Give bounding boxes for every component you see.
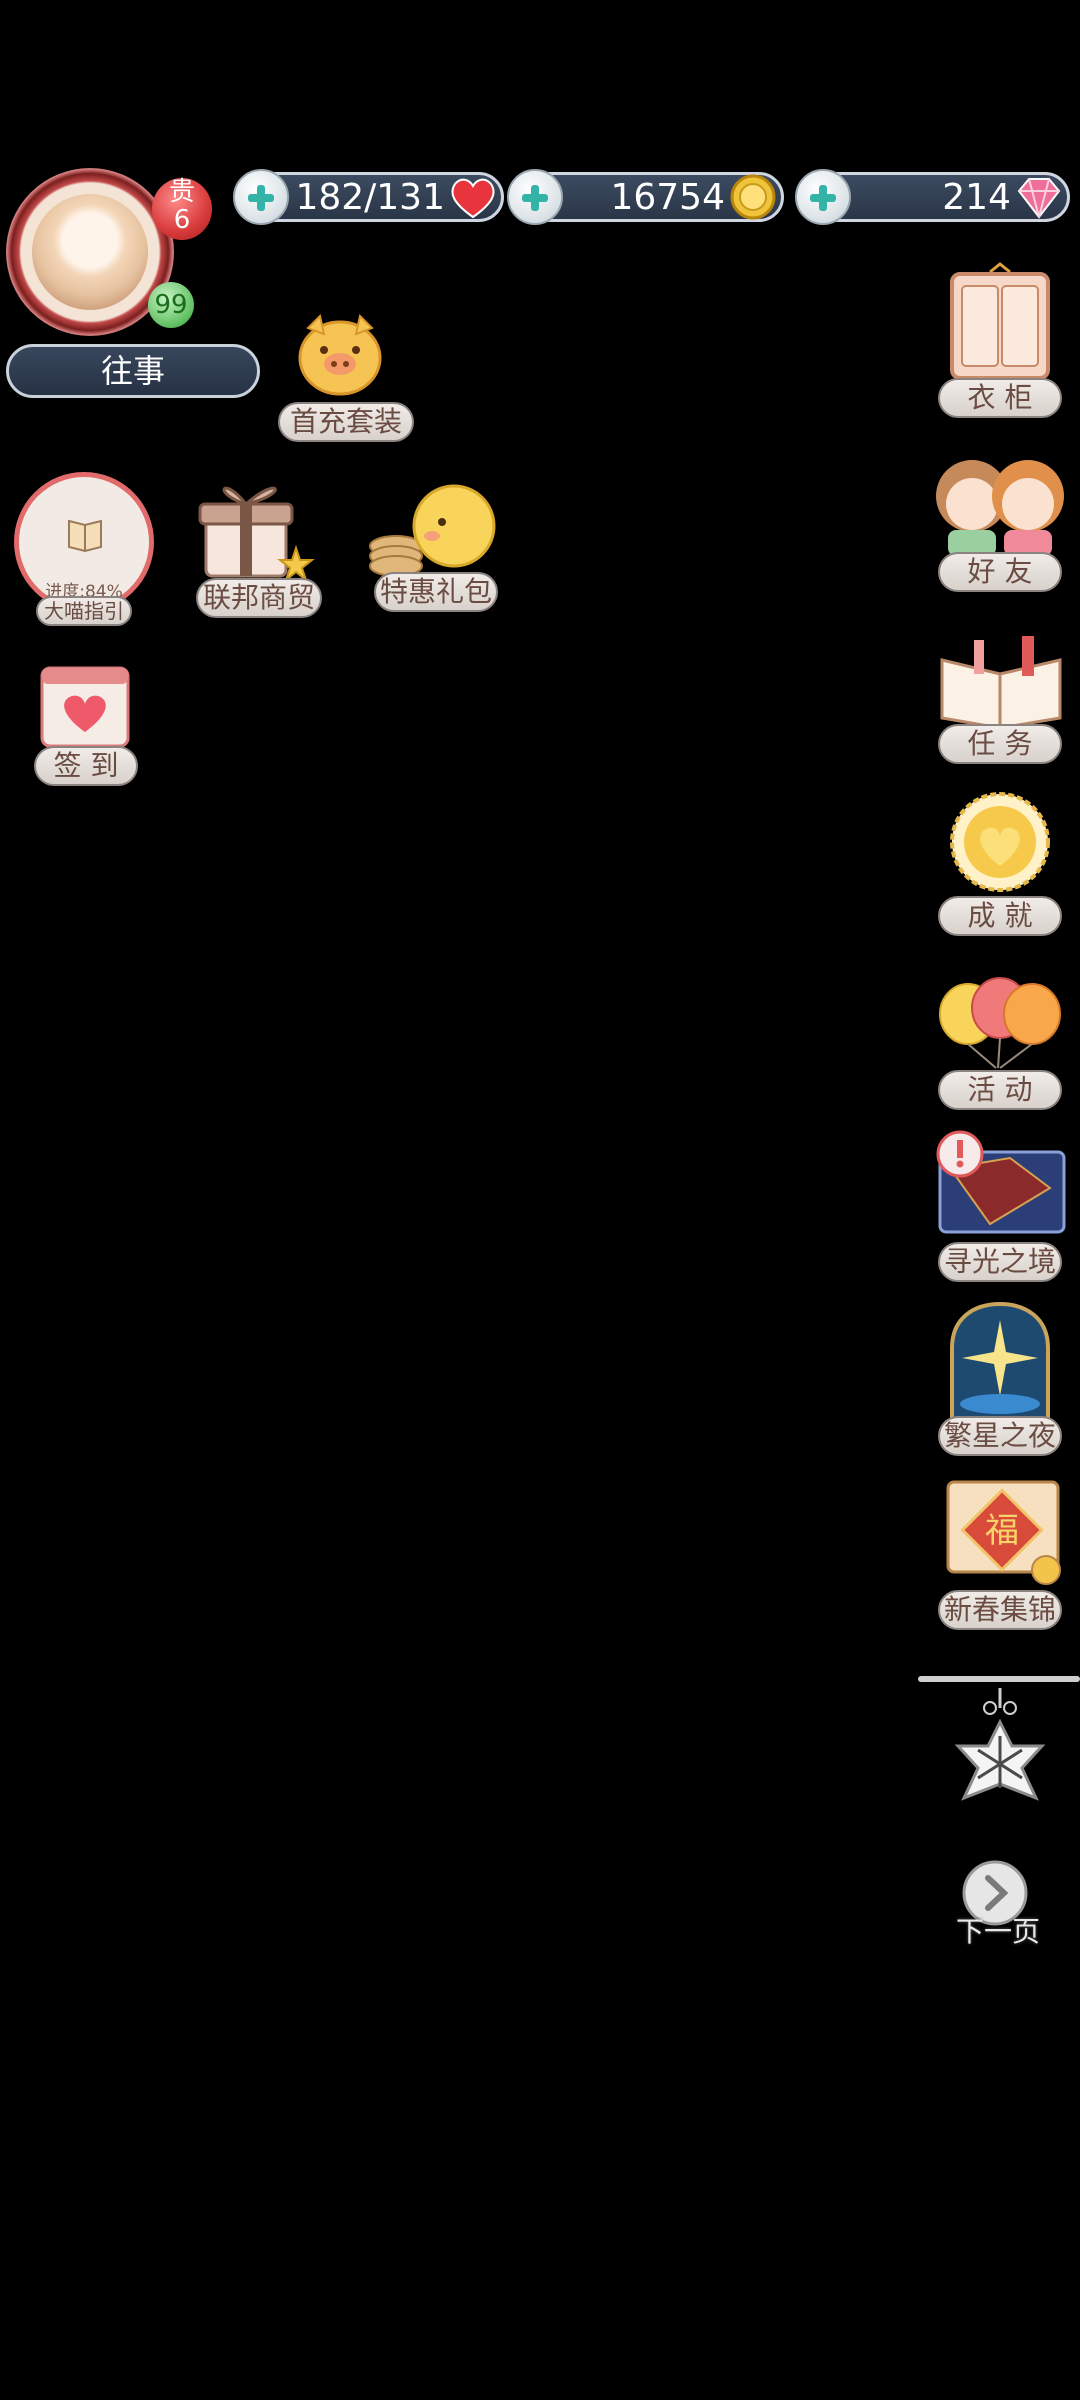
diamond-value: 214 <box>942 177 1011 218</box>
achievement-medal-icon[interactable] <box>946 790 1054 898</box>
federation-trade-label[interactable]: 联邦商贸 <box>196 578 322 618</box>
diamond-bar: 214 <box>795 169 1070 225</box>
add-stamina-button[interactable] <box>233 169 289 225</box>
spring-collection-icon[interactable]: 福 <box>934 1472 1070 1588</box>
tasks-label[interactable]: 任 务 <box>938 724 1062 764</box>
memories-button[interactable]: 往事 <box>6 344 260 398</box>
snowflake-icon[interactable] <box>946 1688 1054 1836</box>
light-mirror-icon[interactable] <box>930 1128 1074 1244</box>
special-pack-label[interactable]: 特惠礼包 <box>374 572 498 612</box>
check-in-label[interactable]: 签 到 <box>34 746 138 786</box>
noble-label: 贵 <box>168 177 195 207</box>
gift-box-icon[interactable] <box>192 470 316 584</box>
svg-text:福: 福 <box>985 1511 1019 1551</box>
gold-coin-icon <box>727 171 779 223</box>
wardrobe-icon[interactable] <box>946 262 1054 382</box>
menu-divider <box>918 1676 1080 1682</box>
balloons-icon[interactable] <box>934 972 1066 1072</box>
achievements-label[interactable]: 成 就 <box>938 896 1062 936</box>
light-mirror-label[interactable]: 寻光之境 <box>938 1242 1062 1282</box>
starry-night-label[interactable]: 繁星之夜 <box>938 1416 1062 1456</box>
heart-icon <box>447 171 499 223</box>
book-icon <box>65 515 105 553</box>
spring-collection-label[interactable]: 新春集锦 <box>938 1590 1062 1630</box>
gold-bar: 16754 <box>507 169 784 225</box>
task-book-icon[interactable] <box>934 630 1068 730</box>
starry-night-icon[interactable] <box>944 1300 1056 1422</box>
wardrobe-label[interactable]: 衣 柜 <box>938 378 1062 418</box>
diamond-icon <box>1013 171 1065 223</box>
gold-value: 16754 <box>610 177 725 218</box>
friends-icon[interactable] <box>928 448 1070 558</box>
friends-label[interactable]: 好 友 <box>938 552 1062 592</box>
events-label[interactable]: 活 动 <box>938 1070 1062 1110</box>
special-pack-chick-icon[interactable] <box>366 476 502 584</box>
stamina-value: 182/131 <box>295 177 445 218</box>
calendar-heart-icon[interactable] <box>38 660 132 750</box>
first-recharge-pig-icon[interactable] <box>290 306 390 402</box>
guide-progress-button[interactable]: 进度:84% <box>14 472 154 612</box>
noble-level: 6 <box>173 205 191 235</box>
add-gold-button[interactable] <box>507 169 563 225</box>
noble-rank-badge[interactable]: 贵 6 <box>152 178 212 240</box>
stamina-bar: 182/131 <box>233 169 504 225</box>
guide-label[interactable]: 大喵指引 <box>36 596 132 626</box>
first-recharge-label[interactable]: 首充套装 <box>278 402 414 442</box>
add-diamond-button[interactable] <box>795 169 851 225</box>
avatar-portrait <box>32 194 148 310</box>
next-page-label[interactable]: 下一页 <box>940 1910 1056 1950</box>
player-level-badge: 99 <box>148 282 194 328</box>
